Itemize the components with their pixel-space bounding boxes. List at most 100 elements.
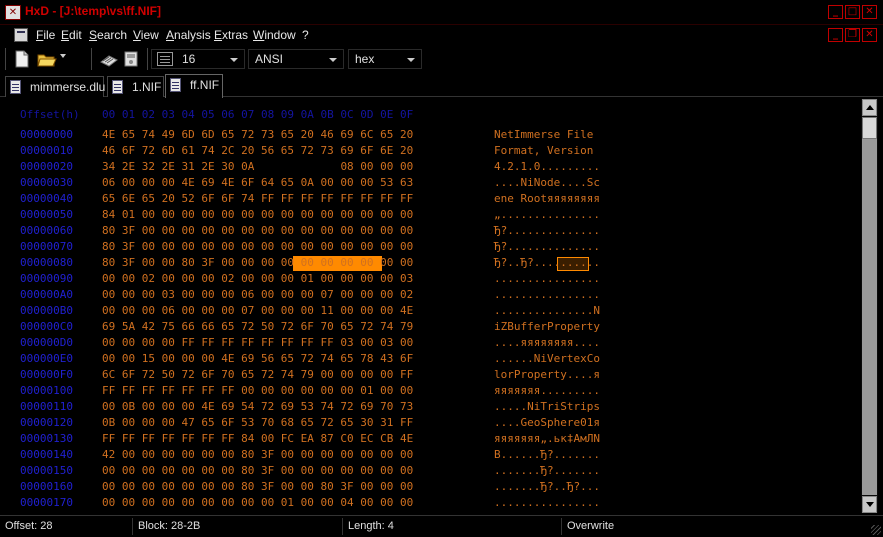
close-icon[interactable]: ✕ (862, 5, 877, 19)
row-text[interactable]: lorProperty....я (494, 368, 600, 381)
row-text[interactable]: ....GeoSphere01я (494, 416, 600, 429)
row-bytes[interactable]: 00 00 15 00 00 00 4E 69 56 65 72 74 65 7… (102, 352, 413, 365)
hex-editor[interactable]: Offset(h) 00 01 02 03 04 05 06 07 08 09 … (4, 99, 861, 513)
row-bytes[interactable]: 46 6F 72 6D 61 74 2C 20 56 65 72 73 69 6… (102, 144, 413, 157)
row-text[interactable]: ....яяяяяяяя.... (494, 336, 600, 349)
row-text[interactable]: „............... (494, 208, 600, 221)
row-bytes[interactable]: 0B 00 00 00 47 65 6F 53 70 68 65 72 65 3… (102, 416, 413, 429)
menu-search[interactable]: Search (89, 28, 127, 42)
menu-help[interactable]: ? (302, 28, 309, 42)
row-text[interactable]: Ђ?..Ђ?.......... (494, 256, 600, 269)
open-folder-icon[interactable] (37, 50, 57, 68)
row-bytes[interactable]: 06 00 00 00 4E 69 4E 6F 64 65 0A 00 00 0… (102, 176, 413, 189)
hex-row[interactable]: 00000040 65 6E 65 20 52 6F 6F 74 FF FF FF… (4, 192, 861, 208)
hex-row[interactable]: 00000010 46 6F 72 6D 61 74 2C 20 56 65 72… (4, 144, 861, 160)
hex-row[interactable]: 000000E0 00 00 15 00 00 00 4E 69 56 65 72… (4, 352, 861, 368)
menu-edit[interactable]: Edit (61, 28, 82, 42)
scroll-down-icon[interactable] (862, 496, 877, 513)
vertical-scrollbar[interactable] (861, 99, 878, 513)
row-text[interactable]: Format, Version (494, 144, 600, 157)
scroll-thumb[interactable] (862, 117, 877, 139)
hex-row[interactable]: 00000090 00 00 02 00 00 00 02 00 00 00 01… (4, 272, 861, 288)
row-bytes[interactable]: 00 00 00 06 00 00 00 07 00 00 00 11 00 0… (102, 304, 413, 317)
tab-ff-nif[interactable]: ff.NIF (165, 74, 223, 98)
row-text[interactable]: 4.2.1.0......... (494, 160, 600, 173)
row-text[interactable]: яяяяяяя„.ьк‡АмЛN (494, 432, 600, 445)
hex-row[interactable]: 000000B0 00 00 00 06 00 00 00 07 00 00 00… (4, 304, 861, 320)
row-bytes[interactable]: 6C 6F 72 50 72 6F 70 65 72 74 79 00 00 0… (102, 368, 413, 381)
hex-row[interactable]: 000000F0 6C 6F 72 50 72 6F 70 65 72 74 79… (4, 368, 861, 384)
document-system-icon[interactable] (14, 28, 28, 42)
row-bytes[interactable]: FF FF FF FF FF FF FF 00 00 00 00 00 00 0… (102, 384, 413, 397)
row-bytes[interactable]: 84 01 00 00 00 00 00 00 00 00 00 00 00 0… (102, 208, 413, 221)
hex-row[interactable]: 00000100 FF FF FF FF FF FF FF 00 00 00 00… (4, 384, 861, 400)
hex-row[interactable]: 00000110 00 0B 00 00 00 4E 69 54 72 69 53… (4, 400, 861, 416)
row-bytes[interactable]: 65 6E 65 20 52 6F 6F 74 FF FF FF FF FF F… (102, 192, 413, 205)
row-text[interactable]: Ђ?.............. (494, 240, 600, 253)
row-bytes[interactable]: 00 00 00 00 00 00 00 80 3F 00 00 80 3F 0… (102, 480, 413, 493)
row-bytes[interactable]: 80 3F 00 00 80 3F 00 00 00 00 00 00 00 0… (102, 256, 413, 269)
hex-row[interactable]: 00000020 34 2E 32 2E 31 2E 30 0A 00 01 02… (4, 160, 861, 176)
hex-row[interactable]: 000000C0 69 5A 42 75 66 66 65 72 50 72 6F… (4, 320, 861, 336)
bytes-per-row-select[interactable]: 16 (151, 49, 245, 69)
row-text[interactable]: .....NiTriStrips (494, 400, 600, 413)
minimize-icon[interactable]: _ (828, 5, 843, 19)
row-bytes[interactable]: 4E 65 74 49 6D 6D 65 72 73 65 20 46 69 6… (102, 128, 413, 141)
row-text[interactable]: ................ (494, 496, 600, 509)
hex-row[interactable]: 000000D0 00 00 00 00 FF FF FF FF FF FF FF… (4, 336, 861, 352)
row-text[interactable]: B......Ђ?....... (494, 448, 600, 461)
row-text[interactable]: ...............N (494, 304, 600, 317)
row-text[interactable]: ene Rootяяяяяяяя (494, 192, 600, 205)
row-text[interactable]: ......NiVertexCo (494, 352, 600, 365)
row-bytes[interactable]: 34 2E 32 2E 31 2E 30 0A 00 01 02 04 08 0… (102, 160, 413, 173)
menu-window[interactable]: Window (253, 28, 296, 42)
row-bytes[interactable]: 00 00 00 03 00 00 00 06 00 00 00 07 00 0… (102, 288, 413, 301)
menu-view[interactable]: View (133, 28, 159, 42)
mdi-minimize-icon[interactable]: _ (828, 28, 843, 42)
hex-row[interactable]: 00000160 00 00 00 00 00 00 00 80 3F 00 00… (4, 480, 861, 496)
row-bytes[interactable]: 00 00 00 00 FF FF FF FF FF FF FF FF 03 0… (102, 336, 413, 349)
row-bytes[interactable]: 80 3F 00 00 00 00 00 00 00 00 00 00 00 0… (102, 224, 413, 237)
open-dropdown-arrow-icon[interactable] (60, 54, 66, 58)
row-bytes[interactable]: FF FF FF FF FF FF FF 84 00 FC EA 87 C0 E… (102, 432, 413, 445)
hex-row[interactable]: 00000080 80 3F 00 00 80 3F 00 00 00 00 00… (4, 256, 861, 272)
mdi-close-icon[interactable]: ✕ (862, 28, 877, 42)
menu-analysis[interactable]: Analysis (166, 28, 211, 42)
menu-extras[interactable]: Extras (214, 28, 248, 42)
hex-row[interactable]: 000000A0 00 00 00 03 00 00 00 06 00 00 00… (4, 288, 861, 304)
hex-row[interactable]: 00000070 80 3F 00 00 00 00 00 00 00 00 00… (4, 240, 861, 256)
open-ram-icon[interactable] (100, 50, 118, 68)
row-bytes[interactable]: 00 0B 00 00 00 4E 69 54 72 69 53 74 72 6… (102, 400, 413, 413)
hex-row[interactable]: 00000050 84 01 00 00 00 00 00 00 00 00 00… (4, 208, 861, 224)
row-text[interactable]: ....NiNode....Sc (494, 176, 600, 189)
row-text[interactable]: яяяяяяя......... (494, 384, 600, 397)
row-text[interactable]: NetImmerse File (494, 128, 600, 141)
row-text[interactable]: iZBufferProperty (494, 320, 600, 333)
charset-select[interactable]: ANSI (248, 49, 344, 69)
row-bytes[interactable]: 42 00 00 00 00 00 00 80 3F 00 00 00 00 0… (102, 448, 413, 461)
row-bytes[interactable]: 69 5A 42 75 66 66 65 72 50 72 6F 70 65 7… (102, 320, 413, 333)
row-text[interactable]: ................ (494, 272, 600, 285)
row-text[interactable]: .......Ђ?....... (494, 464, 600, 477)
row-bytes[interactable]: 00 00 00 00 00 00 00 00 00 01 00 00 04 0… (102, 496, 413, 509)
row-bytes[interactable]: 00 00 02 00 00 00 02 00 00 00 01 00 00 0… (102, 272, 413, 285)
row-text[interactable]: Ђ?.............. (494, 224, 600, 237)
offset-base-select[interactable]: hex (348, 49, 422, 69)
menu-file[interactable]: File (36, 28, 55, 42)
scroll-up-icon[interactable] (862, 99, 877, 116)
mdi-restore-icon[interactable]: ❐ (845, 28, 860, 42)
hex-row[interactable]: 00000130 FF FF FF FF FF FF FF 84 00 FC EA… (4, 432, 861, 448)
tab-mimmerse-dlu[interactable]: mimmerse.dlu (5, 76, 105, 97)
row-bytes[interactable]: 80 3F 00 00 00 00 00 00 00 00 00 00 00 0… (102, 240, 413, 253)
open-disk-icon[interactable] (122, 50, 140, 68)
row-text[interactable]: .......Ђ?..Ђ?... (494, 480, 600, 493)
row-text[interactable]: ................ (494, 288, 600, 301)
hex-row[interactable]: 00000140 42 00 00 00 00 00 00 80 3F 00 00… (4, 448, 861, 464)
maximize-icon[interactable]: □ (845, 5, 860, 19)
hex-row[interactable]: 00000060 80 3F 00 00 00 00 00 00 00 00 00… (4, 224, 861, 240)
hex-row[interactable]: 00000120 0B 00 00 00 47 65 6F 53 70 68 65… (4, 416, 861, 432)
hex-row[interactable]: 00000030 06 00 00 00 4E 69 4E 6F 64 65 0A… (4, 176, 861, 192)
hex-row[interactable]: 00000170 00 00 00 00 00 00 00 00 00 01 00… (4, 496, 861, 512)
scroll-track[interactable] (862, 139, 877, 495)
row-bytes[interactable]: 00 00 00 00 00 00 00 80 3F 00 00 00 00 0… (102, 464, 413, 477)
